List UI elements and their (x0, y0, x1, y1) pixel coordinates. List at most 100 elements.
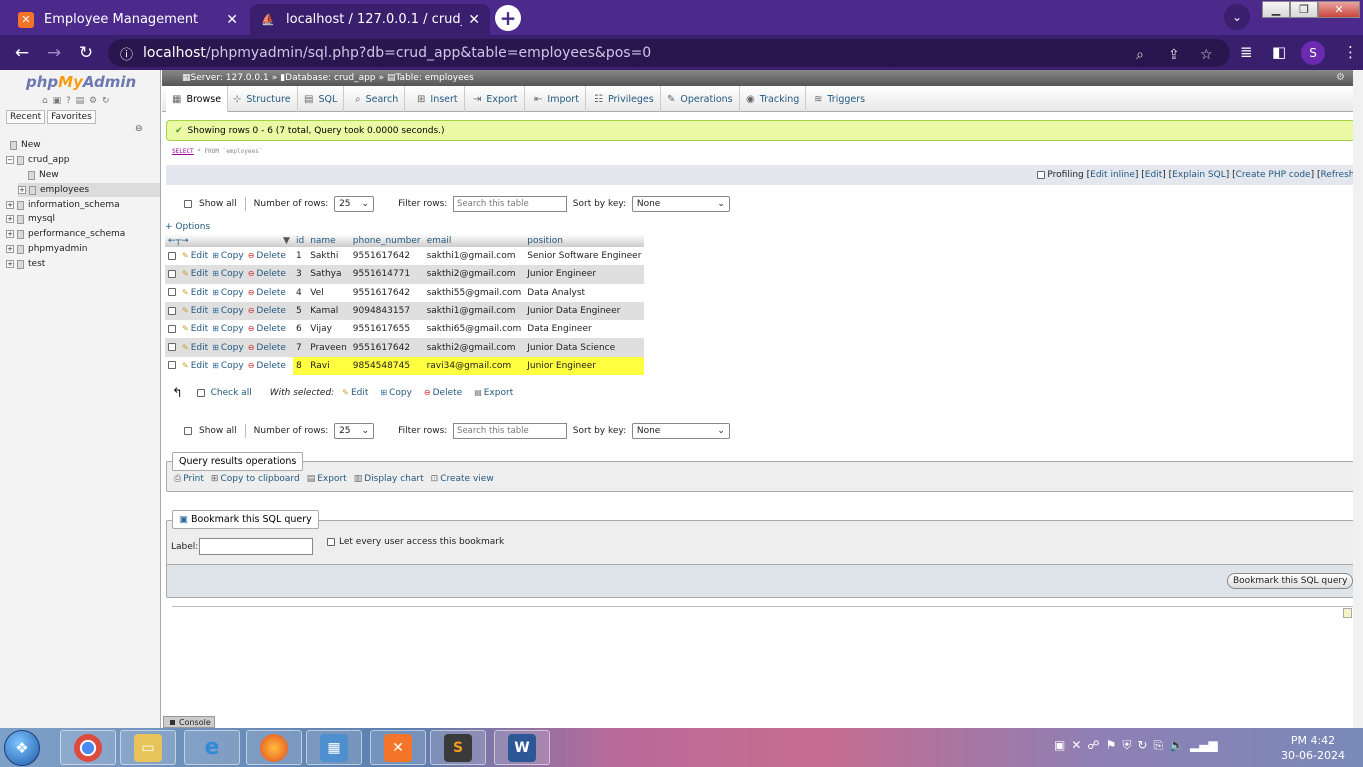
table-row[interactable]: ✎ Edit ⊞ Copy ⊖ Delete 5 Kamal 9094843157 sakthi1… (165, 301, 645, 321)
row-edit-button[interactable]: ✎ Edit (182, 324, 208, 334)
start-button[interactable]: ❖ (4, 730, 40, 766)
tab-tracking[interactable]: ◉ Tracking (740, 86, 807, 112)
tab-search[interactable]: ⌕ Search (349, 86, 406, 112)
taskbar-control-panel[interactable]: ▦ (306, 730, 362, 765)
create-view-link[interactable]: ⊡ Create view (431, 474, 494, 484)
row-select-checkbox[interactable] (168, 306, 176, 315)
tree-item-test[interactable]: + test (6, 257, 45, 271)
home-icon[interactable]: ⌂ (42, 96, 49, 106)
cell-position[interactable]: Junior Data Engineer (524, 301, 645, 321)
logout-icon[interactable]: ▣ (53, 96, 63, 106)
cell-name[interactable]: Vijay (307, 320, 350, 339)
row-copy-button[interactable]: ⊞ Copy (212, 306, 244, 316)
sort-by-key-select[interactable]: None ⌄ (631, 196, 730, 212)
chevron-down-icon[interactable]: ▼ (283, 236, 290, 246)
print-link[interactable]: ⎙ Print (174, 474, 204, 484)
show-all-checkbox[interactable] (184, 200, 192, 208)
back-arrow-icon[interactable]: ← (10, 41, 34, 65)
row-copy-button[interactable]: ⊞ Copy (212, 251, 244, 261)
column-header-position[interactable]: position (524, 234, 645, 247)
expand-icon[interactable]: + (6, 230, 14, 238)
tree-item-employees[interactable]: + employees (18, 183, 160, 197)
security-icon[interactable]: ⛨ (1122, 738, 1131, 753)
recent-tab[interactable]: Recent (6, 110, 46, 124)
cell-email[interactable]: sakthi55@gmail.com (423, 283, 525, 302)
tree-item-new[interactable]: New (10, 138, 41, 152)
cell-position[interactable]: Data Analyst (524, 283, 645, 302)
action-center-flag-icon[interactable]: ⚑ (1106, 738, 1117, 753)
cell-email[interactable]: sakthi2@gmail.com (423, 265, 525, 284)
site-info-icon[interactable]: ⓘ (120, 44, 133, 63)
cell-position[interactable]: Senior Software Engineer (524, 247, 645, 266)
taskbar-firefox[interactable] (246, 730, 302, 765)
bookmark-star-icon[interactable]: ☆ (1200, 47, 1213, 63)
row-delete-button[interactable]: ⊖ Delete (248, 288, 286, 298)
settings-gear-icon[interactable]: ⚙ (1336, 72, 1345, 83)
cell-id[interactable]: 1 (292, 247, 308, 266)
taskbar-clock[interactable]: PM 4:42 30-06-2024 (1278, 733, 1348, 763)
table-row[interactable]: ✎ Edit ⊞ Copy ⊖ Delete 1 Sakthi 9551617642 sakthi… (165, 247, 645, 266)
tree-item-information-schema[interactable]: + information_schema (6, 198, 120, 212)
cell-phone-number[interactable]: 9094843157 (349, 301, 424, 321)
cell-email[interactable]: sakthi1@gmail.com (423, 301, 525, 321)
bulk-delete-button[interactable]: ⊖ Delete (424, 388, 462, 398)
breadcrumb-table[interactable]: Table: employees (396, 73, 474, 83)
cell-name[interactable]: Sakthi (307, 247, 350, 266)
cell-phone-number[interactable]: 9551614771 (349, 265, 424, 284)
network-users-icon[interactable]: ☍ (1087, 738, 1099, 753)
number-of-rows-select[interactable]: 25 ⌄ (334, 196, 375, 212)
phpmyadmin-logo[interactable]: phpMyAdmin (26, 73, 136, 91)
table-row[interactable]: ✎ Edit ⊞ Copy ⊖ Delete 3 Sathya 9551614771 sakthi… (165, 265, 645, 284)
close-tab-icon[interactable]: ✕ (226, 12, 238, 28)
row-edit-button[interactable]: ✎ Edit (182, 251, 208, 261)
row-edit-button[interactable]: ✎ Edit (182, 343, 208, 353)
sync-icon[interactable]: ↻ (1137, 738, 1147, 753)
row-select-checkbox-cell[interactable] (165, 320, 179, 339)
bulk-edit-button[interactable]: ✎ Edit (342, 388, 368, 398)
close-window-button[interactable]: ✕ (1318, 1, 1360, 18)
cell-phone-number[interactable]: 9551617642 (349, 247, 424, 266)
browser-tab-phpmyadmin[interactable]: ⛵ localhost / 127.0.0.1 / crud_app / e ✕ (250, 4, 490, 35)
row-copy-button[interactable]: ⊞ Copy (212, 324, 244, 334)
docs-icon[interactable]: ▤ (76, 96, 86, 106)
cell-id[interactable]: 3 (292, 265, 308, 284)
console-tab[interactable]: Console (163, 716, 215, 728)
link-with-main-icon[interactable]: ⊖ (135, 124, 143, 134)
tab-browse[interactable]: ▦ Browse (166, 86, 229, 112)
cell-email[interactable]: sakthi2@gmail.com (423, 338, 525, 357)
profile-avatar[interactable]: S (1301, 41, 1325, 65)
cell-phone-number[interactable]: 9551617642 (349, 338, 424, 357)
row-copy-button[interactable]: ⊞ Copy (212, 269, 244, 279)
row-delete-button[interactable]: ⊖ Delete (248, 306, 286, 316)
edit-inline-link[interactable]: Edit inline (1090, 170, 1135, 180)
column-header-id[interactable]: id (292, 234, 308, 247)
share-icon[interactable]: ⇪ (1168, 47, 1180, 63)
sort-by-key-select[interactable]: None ⌄ (631, 423, 730, 439)
row-delete-button[interactable]: ⊖ Delete (248, 361, 286, 371)
taskbar-chrome[interactable] (60, 730, 116, 765)
cell-name[interactable]: Vel (307, 283, 350, 302)
row-select-checkbox-cell[interactable] (165, 265, 179, 284)
address-bar[interactable]: ⓘ localhost/phpmyadmin/sql.php?db=crud_a… (108, 39, 1230, 67)
cell-id[interactable]: 5 (292, 301, 308, 321)
column-header-phone-number[interactable]: phone_number (349, 234, 424, 247)
cell-id[interactable]: 7 (292, 338, 308, 357)
reload-icon[interactable]: ↻ (74, 41, 98, 65)
row-select-checkbox[interactable] (168, 361, 176, 370)
taskbar-sublime-text[interactable]: S (430, 730, 486, 765)
forward-arrow-icon[interactable]: → (42, 41, 66, 65)
reading-list-icon[interactable]: ≣ (1240, 43, 1253, 61)
sublime-tray-icon[interactable]: ▣ (1054, 738, 1065, 753)
bookmark-label-input[interactable] (199, 538, 313, 555)
display-chart-link[interactable]: ▥ Display chart (354, 474, 424, 484)
row-select-checkbox[interactable] (168, 288, 176, 297)
new-tab-button[interactable]: + (495, 5, 521, 31)
row-copy-button[interactable]: ⊞ Copy (212, 361, 244, 371)
cell-email[interactable]: sakthi65@gmail.com (423, 320, 525, 339)
options-link[interactable]: + Options (165, 222, 210, 232)
collapse-icon[interactable]: − (6, 156, 14, 164)
taskbar-xampp[interactable]: ✕ (370, 730, 426, 765)
row-select-checkbox[interactable] (168, 269, 176, 278)
tab-import[interactable]: ⇤ Import (528, 86, 586, 112)
settings-gear-icon[interactable]: ⚙ (89, 96, 98, 106)
